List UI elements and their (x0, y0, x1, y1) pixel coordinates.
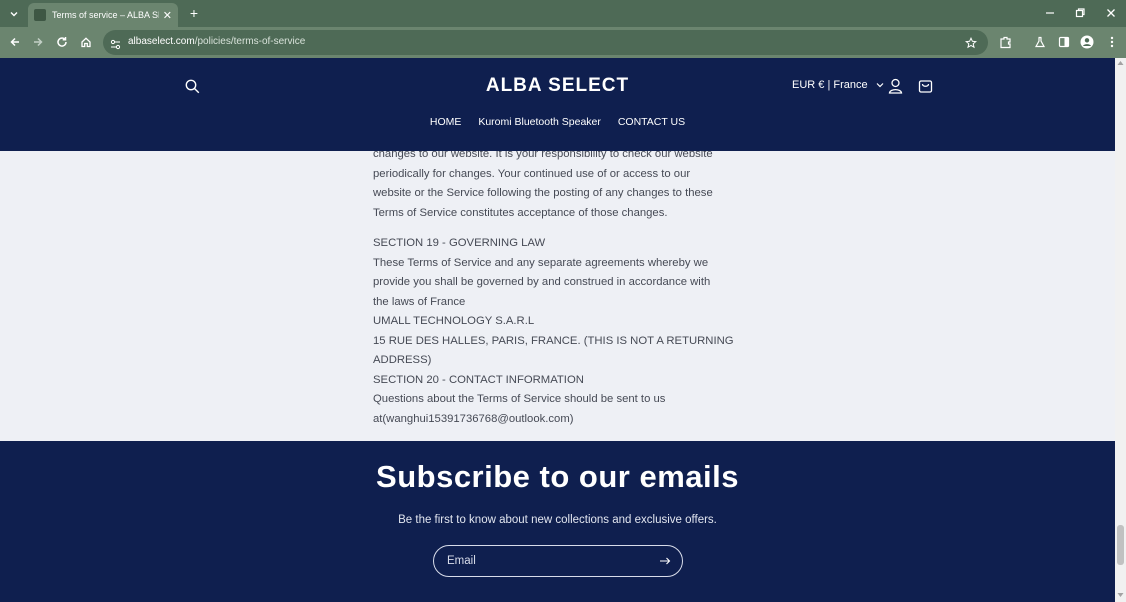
side-panel-icon[interactable] (1055, 33, 1073, 51)
store-header: ALBA SELECT EUR € | France HOME Kuromi B… (0, 58, 1115, 151)
url-text: albaselect.com/policies/terms-of-service (128, 36, 305, 47)
scrollbar-thumb[interactable] (1117, 525, 1124, 565)
url-host: albaselect.com (128, 36, 195, 47)
back-arrow-icon[interactable] (6, 33, 24, 51)
policy-line: Terms of Service constitutes acceptance … (373, 206, 668, 219)
policy-line: Questions about the Terms of Service sho… (373, 393, 666, 405)
profile-avatar-icon[interactable] (1078, 33, 1096, 51)
newsletter-subtitle: Be the first to know about new collectio… (398, 514, 717, 526)
browser-menu-icon[interactable] (1103, 33, 1121, 51)
policy-line: periodically for changes. Your continued… (373, 167, 691, 180)
company-address: 15 RUE DES HALLES, PARIS, FRANCE. (THIS … (373, 334, 734, 347)
browser-tab[interactable]: Terms of service – ALBA SELECT ✕ (28, 3, 178, 27)
section-19-heading: SECTION 19 - GOVERNING LAW (373, 237, 546, 249)
section-20-heading: SECTION 20 - CONTACT INFORMATION (373, 373, 584, 386)
restore-icon[interactable] (1071, 4, 1089, 22)
policy-line: provide you shall be governed by and con… (373, 276, 711, 288)
browser-tab-bar: Terms of service – ALBA SELECT ✕ + (0, 0, 1126, 27)
close-window-icon[interactable] (1102, 4, 1120, 22)
page-scrollbar[interactable] (1115, 58, 1126, 602)
contact-email: at(wanghui15391736768@outlook.com) (373, 412, 574, 425)
account-icon[interactable] (888, 78, 903, 99)
email-field-wrapper (433, 545, 683, 577)
currency-label: EUR € | France (792, 79, 868, 91)
url-path: /policies/terms-of-service (194, 36, 306, 47)
chevron-down-icon (876, 83, 884, 88)
email-input[interactable] (447, 552, 647, 570)
company-address: ADDRESS) (373, 354, 432, 366)
newsletter-title: Subscribe to our emails (376, 459, 739, 494)
minimize-icon[interactable] (1041, 4, 1059, 22)
home-icon[interactable] (77, 33, 95, 51)
nav-kuromi-bluetooth-speaker[interactable]: Kuromi Bluetooth Speaker (478, 116, 601, 128)
address-bar[interactable]: albaselect.com/policies/terms-of-service (103, 30, 988, 55)
forward-arrow-icon[interactable] (29, 33, 47, 51)
tab-close-icon[interactable]: ✕ (163, 9, 172, 22)
subscribe-arrow-icon[interactable] (658, 554, 672, 568)
currency-selector[interactable]: EUR € | France (792, 79, 884, 91)
new-tab-button[interactable]: + (186, 5, 202, 21)
extensions-icon[interactable] (996, 33, 1014, 51)
company-name: UMALL TECHNOLOGY S.A.R.L (373, 315, 535, 327)
policy-line: the laws of France (373, 295, 466, 308)
policy-line: website or the Service following the pos… (373, 187, 713, 199)
store-logo[interactable]: ALBA SELECT (0, 75, 1115, 97)
nav-home[interactable]: HOME (430, 116, 462, 128)
cart-icon[interactable] (918, 78, 933, 99)
policy-line: These Terms of Service and any separate … (373, 256, 709, 269)
scroll-down-arrow-icon[interactable] (1117, 592, 1124, 598)
main-nav: HOME Kuromi Bluetooth Speaker CONTACT US (0, 116, 1115, 128)
tab-search-chevron-icon[interactable] (4, 5, 24, 23)
bookmark-star-icon[interactable] (964, 36, 978, 54)
scroll-up-arrow-icon[interactable] (1117, 60, 1124, 66)
policy-content: changes to our website. It is your respo… (373, 145, 743, 429)
labs-flask-icon[interactable] (1031, 33, 1049, 51)
reload-icon[interactable] (53, 33, 71, 51)
tab-favicon-icon (34, 9, 46, 21)
browser-toolbar: albaselect.com/policies/terms-of-service (0, 27, 1126, 58)
tab-title: Terms of service – ALBA SELECT (52, 10, 159, 20)
newsletter-section: Subscribe to our emails Be the first to … (0, 441, 1115, 602)
nav-contact-us[interactable]: CONTACT US (618, 116, 685, 128)
site-info-icon[interactable] (110, 37, 121, 55)
